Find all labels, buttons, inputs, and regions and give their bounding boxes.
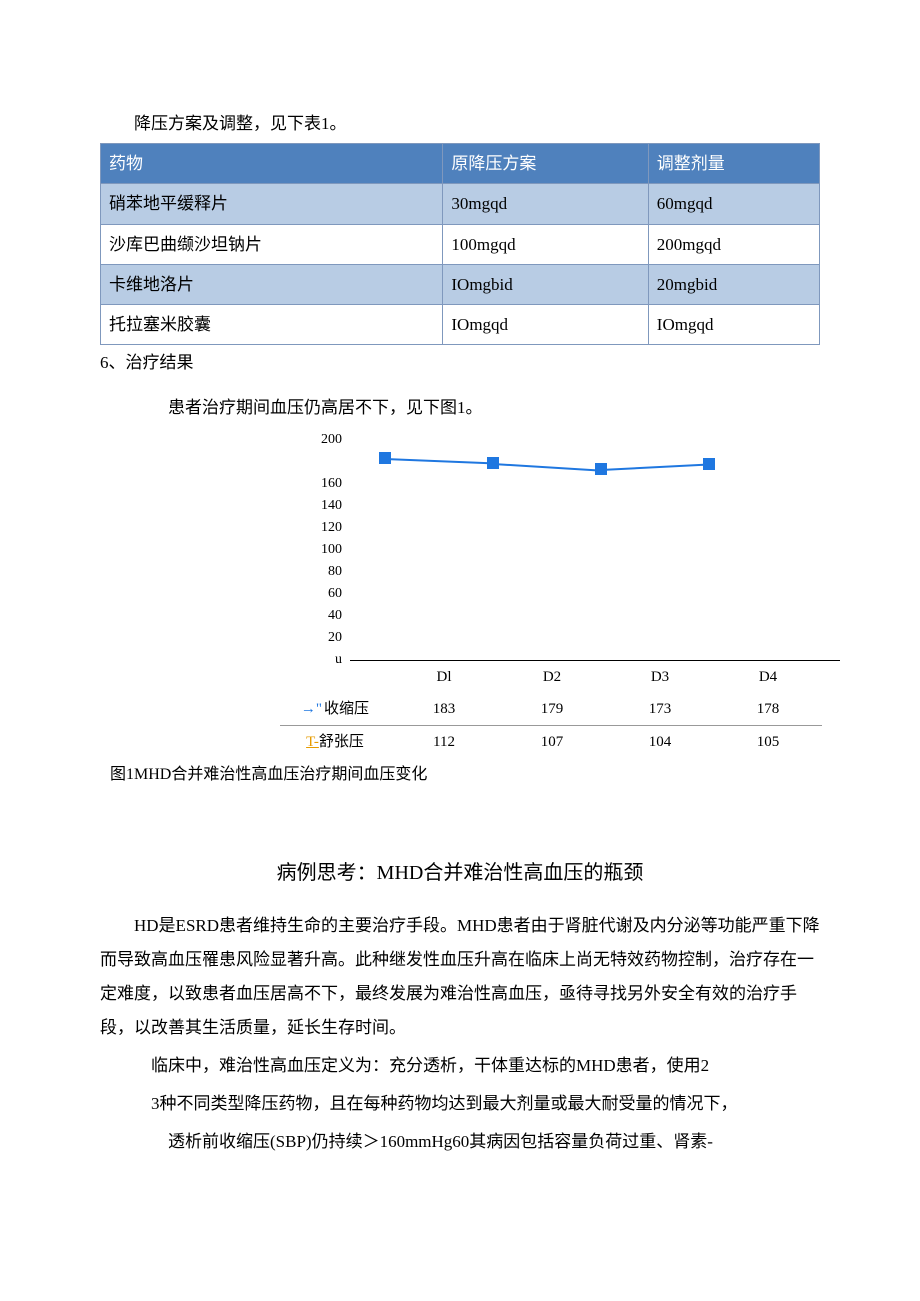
- chart-data-table: Dl D2 D3 D4 收缩压 183 179 173 178 T-舒张压 11…: [280, 661, 822, 758]
- table-row: 卡维地洛片 IOmgbid 20mgbid: [101, 264, 820, 304]
- table-intro: 降压方案及调整，见下表1。: [100, 110, 820, 137]
- paragraph: 临床中，难治性高血压定义为：充分透析，干体重达标的MHD患者，使用2: [100, 1049, 820, 1083]
- plot-area: 20016014012010080604020u: [350, 440, 840, 661]
- medication-table: 药物 原降压方案 调整剂量 硝苯地平缓释片 30mgqd 60mgqd 沙库巴曲…: [100, 143, 820, 345]
- table-row: 硝苯地平缓释片 30mgqd 60mgqd: [101, 184, 820, 224]
- legend-diastolic: T-: [306, 734, 319, 750]
- paragraph: 3种不同类型降压药物，且在每种药物均达到最大剂量或最大耐受量的情况下，: [100, 1087, 820, 1121]
- figure-caption: 图1MHD合并难治性高血压治疗期间血压变化: [110, 762, 820, 788]
- paragraph: HD是ESRD患者维持生命的主要治疗手段。MHD患者由于肾脏代谢及内分泌等功能严…: [100, 909, 820, 1045]
- table-row: 托拉塞米胶囊 IOmgqd IOmgqd: [101, 304, 820, 344]
- th-orig: 原降压方案: [443, 144, 648, 184]
- th-adj: 调整剂量: [648, 144, 819, 184]
- result-summary: 患者治疗期间血压仍高居不下，见下图1。: [100, 394, 820, 421]
- legend-systolic: [301, 701, 324, 717]
- paragraph: 透析前收缩压(SBP)仍持续＞160mmHg60其病因包括容量负荷过重、肾素-: [100, 1125, 820, 1159]
- th-drug: 药物: [101, 144, 443, 184]
- table-row: 沙库巴曲缬沙坦钠片 100mgqd 200mgqd: [101, 224, 820, 264]
- section-6-label: 6、治疗结果: [100, 349, 820, 376]
- bp-chart: 20016014012010080604020u Dl D2 D3 D4 收缩压…: [280, 440, 840, 758]
- case-title: 病例思考：MHD合并难治性高血压的瓶颈: [100, 857, 820, 889]
